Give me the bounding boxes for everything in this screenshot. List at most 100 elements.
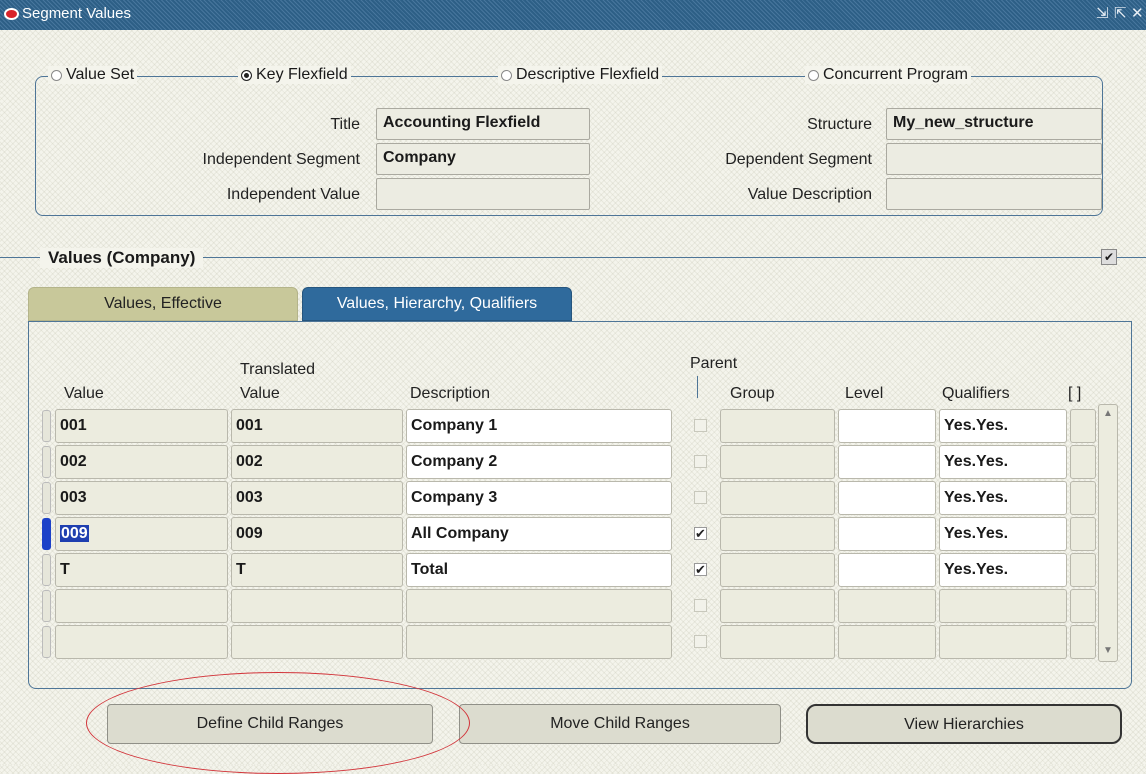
qualifiers-cell[interactable]: Yes.Yes. <box>939 553 1067 587</box>
parent-checkbox[interactable] <box>694 455 707 468</box>
flexfield-cell[interactable] <box>1070 589 1096 623</box>
translated-value-cell[interactable]: 003 <box>231 481 403 515</box>
group-cell[interactable] <box>720 625 835 659</box>
radio-descriptive-flexfield[interactable]: Descriptive Flexfield <box>498 66 663 84</box>
row-selector[interactable] <box>42 554 51 586</box>
translated-value-cell[interactable] <box>231 625 403 659</box>
description-cell[interactable]: Company 3 <box>406 481 672 515</box>
move-child-ranges-button[interactable]: Move Child Ranges <box>459 704 781 744</box>
independent-value-field[interactable] <box>376 178 590 210</box>
group-cell[interactable] <box>720 445 835 479</box>
qualifiers-cell[interactable] <box>939 589 1067 623</box>
level-cell[interactable] <box>838 445 936 479</box>
value-cell[interactable]: 002 <box>55 445 228 479</box>
radio-value-set[interactable]: Value Set <box>48 66 138 84</box>
translated-value-cell[interactable]: 002 <box>231 445 403 479</box>
translated-value-cell[interactable]: 009 <box>231 517 403 551</box>
description-cell[interactable] <box>406 589 672 623</box>
vertical-scrollbar[interactable] <box>1098 404 1118 662</box>
col-header-descriptive-flexfield: [ ] <box>1068 385 1082 402</box>
qualifiers-cell[interactable] <box>939 625 1067 659</box>
tab-values-hierarchy-qualifiers[interactable]: Values, Hierarchy, Qualifiers <box>302 287 572 321</box>
maximize-icon[interactable]: ⇱ <box>1114 4 1127 22</box>
qualifiers-cell[interactable]: Yes.Yes. <box>939 409 1067 443</box>
radio-button-icon[interactable] <box>501 69 512 81</box>
flexfield-cell[interactable] <box>1070 445 1096 479</box>
parent-checkbox[interactable] <box>694 491 707 504</box>
value-cell[interactable]: 001 <box>55 409 228 443</box>
row-selector[interactable] <box>42 518 51 550</box>
annotation-highlight-ellipse <box>86 672 470 774</box>
parent-checkbox-checked[interactable]: ✔ <box>694 527 707 540</box>
radio-key-flexfield[interactable]: Key Flexfield <box>238 66 351 84</box>
flexfield-cell[interactable] <box>1070 481 1096 515</box>
level-cell[interactable] <box>838 589 936 623</box>
qualifiers-cell[interactable]: Yes.Yes. <box>939 445 1067 479</box>
translated-value-cell[interactable]: 001 <box>231 409 403 443</box>
row-selector[interactable] <box>42 410 51 442</box>
structure-label: Structure <box>807 116 872 133</box>
group-cell[interactable] <box>720 517 835 551</box>
independent-segment-label: Independent Segment <box>202 151 360 168</box>
value-cell[interactable]: 009 <box>55 517 228 551</box>
group-cell[interactable] <box>720 589 835 623</box>
flexfield-cell[interactable] <box>1070 409 1096 443</box>
parent-checkbox-checked[interactable]: ✔ <box>694 563 707 576</box>
group-cell[interactable] <box>720 481 835 515</box>
dependent-segment-field[interactable] <box>886 143 1102 175</box>
row-selector[interactable] <box>42 446 51 478</box>
radio-button-icon[interactable] <box>808 69 819 81</box>
structure-field[interactable]: My_new_structure <box>886 108 1102 140</box>
qualifiers-cell[interactable]: Yes.Yes. <box>939 517 1067 551</box>
group-cell[interactable] <box>720 553 835 587</box>
qualifiers-cell[interactable]: Yes.Yes. <box>939 481 1067 515</box>
description-cell[interactable]: Company 2 <box>406 445 672 479</box>
parent-checkbox[interactable] <box>694 599 707 612</box>
description-cell[interactable]: Total <box>406 553 672 587</box>
level-cell[interactable] <box>838 481 936 515</box>
flexfield-cell[interactable] <box>1070 625 1096 659</box>
value-cell[interactable]: T <box>55 553 228 587</box>
col-header-translated-top: Translated <box>240 361 315 378</box>
dependent-segment-label: Dependent Segment <box>725 151 872 168</box>
flexfield-cell[interactable] <box>1070 553 1096 587</box>
values-section-checkbox[interactable]: ✔ <box>1101 249 1117 265</box>
radio-button-selected-icon[interactable] <box>241 69 252 81</box>
row-selector[interactable] <box>42 590 51 622</box>
independent-value-label: Independent Value <box>226 186 360 203</box>
description-cell[interactable]: All Company <box>406 517 672 551</box>
flexfield-cell[interactable] <box>1070 517 1096 551</box>
level-cell[interactable] <box>838 553 936 587</box>
close-icon[interactable]: ✕ <box>1131 4 1144 22</box>
translated-value-cell[interactable] <box>231 589 403 623</box>
value-cell[interactable]: 003 <box>55 481 228 515</box>
translated-value-cell[interactable]: T <box>231 553 403 587</box>
row-selector[interactable] <box>42 482 51 514</box>
row-selector[interactable] <box>42 626 51 658</box>
level-cell[interactable] <box>838 409 936 443</box>
group-cell[interactable] <box>720 409 835 443</box>
minimize-icon[interactable]: ⇲ <box>1096 4 1109 22</box>
value-description-field[interactable] <box>886 178 1102 210</box>
title-field[interactable]: Accounting Flexfield <box>376 108 590 140</box>
level-cell[interactable] <box>838 517 936 551</box>
parent-checkbox[interactable] <box>694 635 707 648</box>
radio-concurrent-program[interactable]: Concurrent Program <box>805 66 971 84</box>
description-cell[interactable]: Company 1 <box>406 409 672 443</box>
title-label: Title <box>330 116 360 133</box>
value-cell[interactable] <box>55 625 228 659</box>
description-cell[interactable] <box>406 625 672 659</box>
level-cell[interactable] <box>838 625 936 659</box>
parent-header-bracket <box>697 376 698 398</box>
window-title-bar[interactable]: Segment Values ⇲ ⇱ ✕ <box>0 0 1146 30</box>
scroll-up-arrow-icon[interactable]: ▲ <box>1099 405 1117 423</box>
scroll-down-arrow-icon[interactable]: ▼ <box>1099 642 1117 660</box>
view-hierarchies-button[interactable]: View Hierarchies <box>806 704 1122 744</box>
radio-button-icon[interactable] <box>51 69 62 81</box>
tab-values-effective[interactable]: Values, Effective <box>28 287 298 321</box>
col-header-translated-bottom: Value <box>240 385 280 402</box>
parent-checkbox[interactable] <box>694 419 707 432</box>
values-section-title: Values (Company) <box>40 248 204 268</box>
value-cell[interactable] <box>55 589 228 623</box>
independent-segment-field[interactable]: Company <box>376 143 590 175</box>
